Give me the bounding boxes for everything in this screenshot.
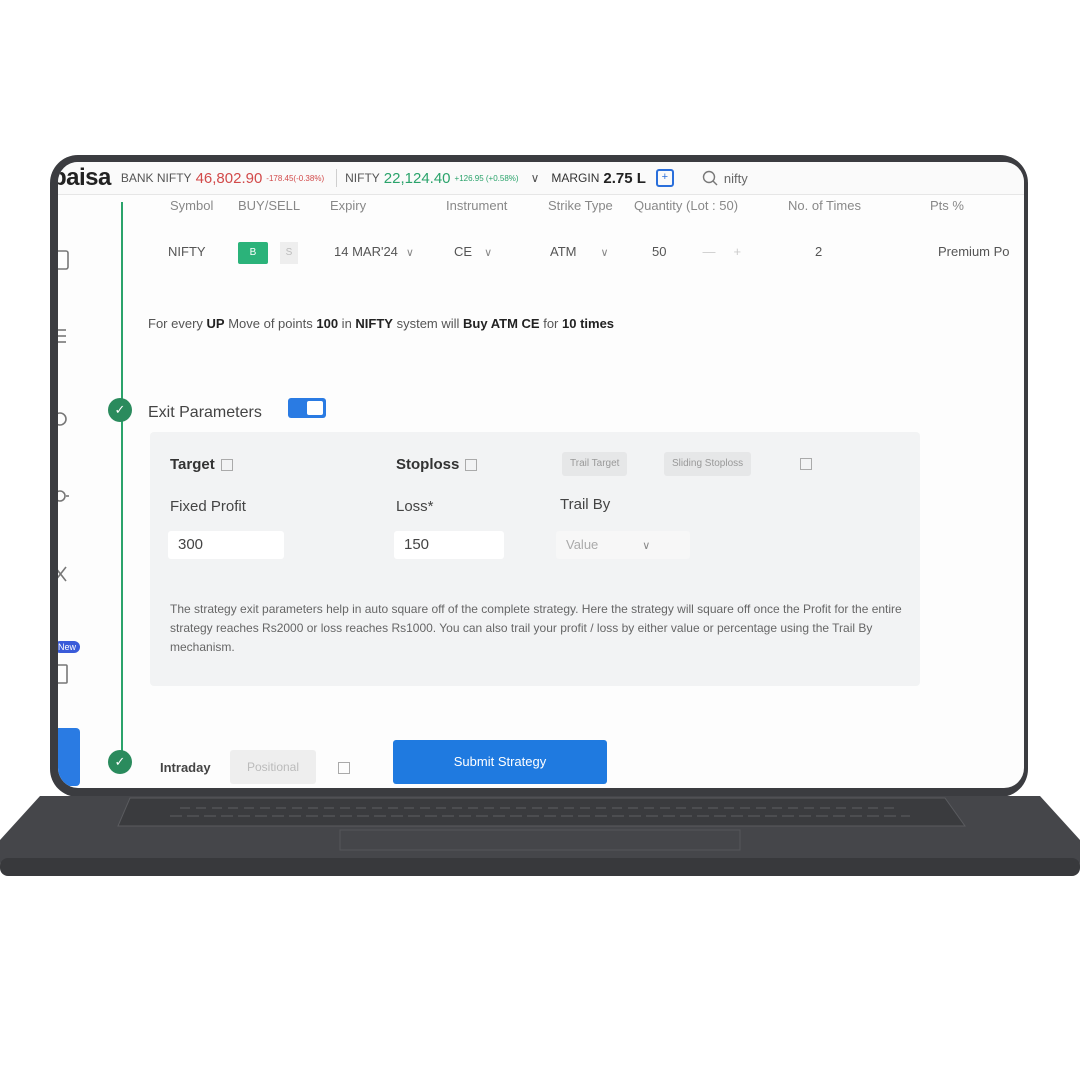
stoploss-label-text: Stoploss bbox=[396, 456, 460, 473]
summary-text: in bbox=[338, 316, 356, 331]
instrument-value: CE bbox=[454, 244, 473, 259]
step-complete-check-icon: ✓ bbox=[108, 398, 132, 422]
strike-type-value: ATM bbox=[550, 244, 577, 259]
list-icon[interactable] bbox=[58, 324, 72, 348]
summary-text: Move of points bbox=[224, 316, 317, 331]
header-symbol: Symbol bbox=[170, 198, 214, 213]
new-badge: New bbox=[58, 641, 81, 653]
quantity-stepper[interactable]: 50 — + bbox=[652, 244, 741, 259]
exit-parameters-title: Exit Parameters bbox=[148, 404, 262, 421]
summary-text: For every bbox=[148, 316, 207, 331]
bank-nifty-value: 46,802.90 bbox=[195, 169, 263, 187]
buy-toggle[interactable]: B bbox=[238, 242, 268, 264]
exit-parameters-description: The strategy exit parameters help in aut… bbox=[170, 602, 902, 654]
header-pts: Pts % bbox=[930, 198, 964, 213]
top-bar: paisa BANK NIFTY 46,802.90 -178.45(-0.38… bbox=[58, 162, 1024, 195]
chevron-down-icon: ∨ bbox=[642, 540, 651, 552]
trail-by-value: Value bbox=[566, 537, 599, 552]
fixed-profit-label: Fixed Profit bbox=[170, 498, 246, 515]
header-instrument: Instrument bbox=[446, 198, 508, 213]
tools-icon[interactable] bbox=[58, 562, 72, 586]
search-value: nifty bbox=[723, 170, 748, 186]
info-icon[interactable] bbox=[220, 459, 233, 472]
exit-parameters-toggle[interactable] bbox=[288, 398, 326, 418]
chevron-down-icon[interactable]: ∨ bbox=[531, 171, 540, 185]
header-expiry: Expiry bbox=[330, 198, 367, 213]
submit-strategy-button[interactable]: Submit Strategy bbox=[393, 740, 607, 784]
positional-tab[interactable]: Positional bbox=[230, 750, 316, 784]
strike-type-select[interactable]: ATM ∨ bbox=[550, 244, 609, 259]
summary-action: Buy ATM CE bbox=[463, 316, 540, 331]
laptop-screen: paisa BANK NIFTY 46,802.90 -178.45(-0.38… bbox=[58, 162, 1024, 788]
margin-label: MARGIN bbox=[551, 171, 600, 185]
instrument-select[interactable]: CE ∨ bbox=[454, 244, 492, 259]
nifty-change: +126.95 (+0.58%) bbox=[454, 173, 519, 183]
premium-points-select[interactable]: Premium Po bbox=[938, 244, 1010, 259]
chevron-down-icon: ∨ bbox=[405, 247, 414, 259]
quantity-value: 50 bbox=[652, 244, 667, 259]
laptop-base bbox=[0, 796, 1080, 876]
summary-times: 10 times bbox=[562, 316, 615, 331]
wallet-icon[interactable] bbox=[58, 406, 72, 430]
margin-value: 2.75 L bbox=[603, 169, 646, 187]
header-strike-type: Strike Type bbox=[548, 198, 613, 213]
sidebar: New bbox=[58, 194, 98, 788]
stoploss-label: Stoploss bbox=[396, 456, 478, 473]
fixed-profit-input[interactable]: 300 bbox=[168, 531, 284, 559]
summary-direction: UP bbox=[206, 316, 225, 331]
info-icon[interactable] bbox=[338, 762, 350, 774]
minus-icon[interactable]: — bbox=[702, 244, 715, 259]
target-label-text: Target bbox=[170, 456, 215, 473]
nifty-label: NIFTY bbox=[345, 171, 380, 185]
brand-logo[interactable]: paisa bbox=[58, 164, 111, 192]
summary-text: for bbox=[539, 316, 562, 331]
times-value[interactable]: 2 bbox=[815, 244, 822, 259]
summary-points: 100 bbox=[316, 316, 339, 331]
step-connector-line bbox=[121, 202, 123, 762]
info-icon[interactable] bbox=[800, 458, 812, 470]
trail-by-select[interactable]: Value ∨ bbox=[556, 531, 690, 559]
nifty-value: 22,124.40 bbox=[383, 169, 451, 187]
search-input[interactable]: nifty bbox=[702, 170, 748, 186]
strategy-icon[interactable] bbox=[58, 662, 72, 686]
summary-symbol: NIFTY bbox=[355, 316, 393, 331]
sell-toggle[interactable]: S bbox=[280, 242, 298, 264]
expiry-select[interactable]: 14 MAR'24 ∨ bbox=[334, 244, 414, 259]
bank-nifty-change: -178.45(-0.38%) bbox=[266, 173, 325, 183]
intraday-tab[interactable]: Intraday bbox=[160, 760, 211, 775]
summary-text: system will bbox=[392, 316, 464, 331]
chevron-down-icon: ∨ bbox=[484, 247, 493, 259]
plus-icon[interactable]: + bbox=[733, 244, 741, 259]
expiry-value: 14 MAR'24 bbox=[334, 244, 398, 259]
sliding-stoploss-tab[interactable]: Sliding Stoploss bbox=[664, 452, 752, 476]
chevron-down-icon: ∨ bbox=[600, 247, 609, 259]
active-sidebar-item[interactable] bbox=[58, 728, 80, 786]
ticker-divider bbox=[336, 169, 338, 187]
loss-label: Loss* bbox=[396, 498, 434, 515]
trail-target-tab[interactable]: Trail Target bbox=[562, 452, 628, 476]
header-quantity: Quantity (Lot : 50) bbox=[634, 198, 739, 213]
trail-by-label: Trail By bbox=[560, 496, 611, 513]
bulb-icon[interactable] bbox=[58, 484, 72, 508]
header-buy-sell: BUY/SELL bbox=[238, 198, 301, 213]
strategy-summary: For every UP Move of points 100 in NIFTY… bbox=[148, 316, 614, 331]
info-icon[interactable] bbox=[465, 459, 478, 472]
bank-nifty-label: BANK NIFTY bbox=[120, 171, 192, 185]
search-icon bbox=[702, 170, 718, 186]
document-icon[interactable] bbox=[58, 248, 72, 272]
step-complete-check-icon: ✓ bbox=[108, 750, 132, 774]
target-label: Target bbox=[170, 456, 233, 473]
add-funds-icon[interactable]: + bbox=[655, 169, 674, 187]
loss-input[interactable]: 150 bbox=[394, 531, 504, 559]
row-symbol: NIFTY bbox=[168, 244, 206, 259]
header-times: No. of Times bbox=[788, 198, 861, 213]
